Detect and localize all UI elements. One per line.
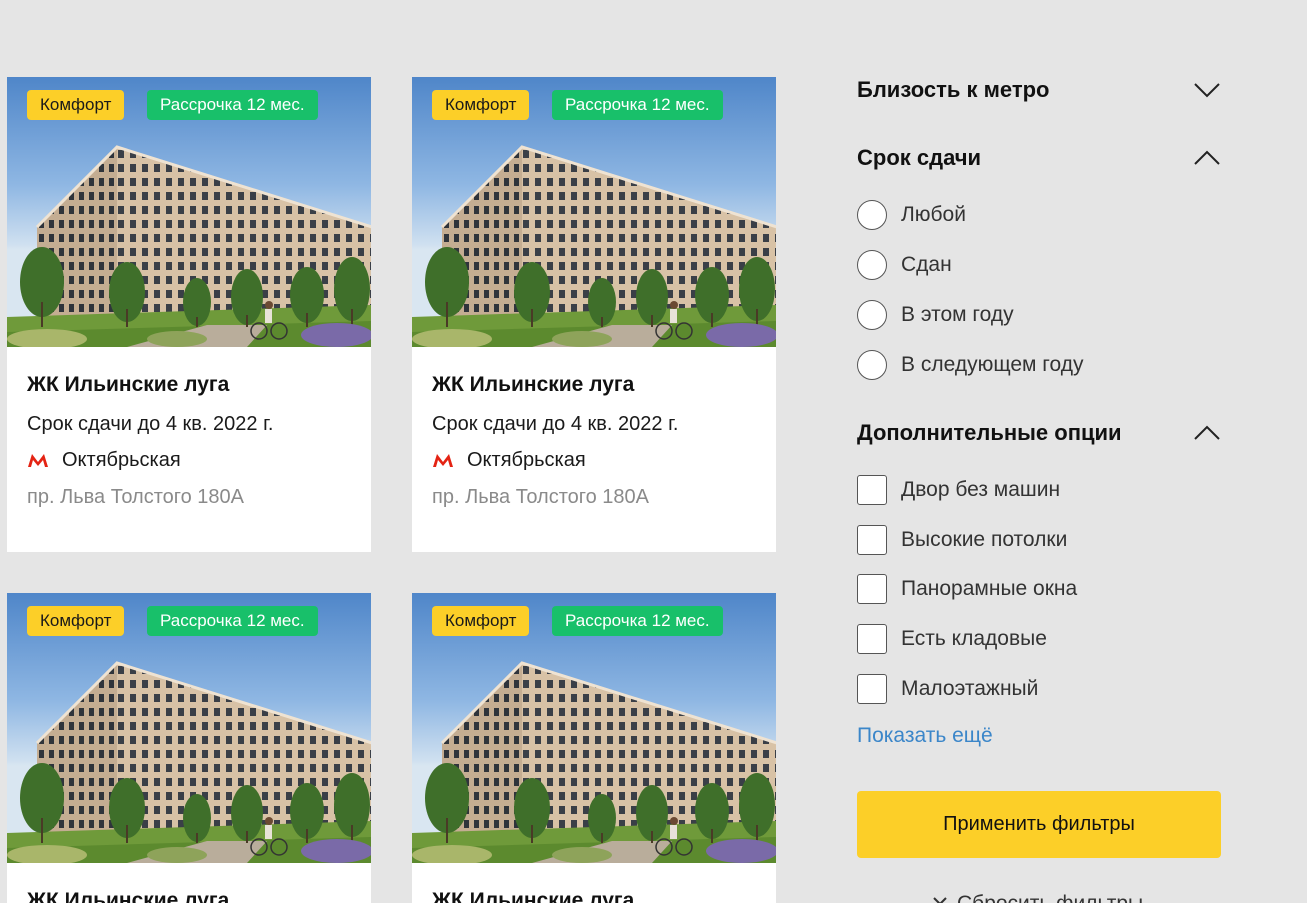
project-image: Комфорт Рассрочка 12 мес. xyxy=(7,77,371,347)
filter-extra-title: Дополнительные опции xyxy=(857,420,1122,445)
checkbox-label: Высокие потолки xyxy=(901,528,1068,551)
apply-filters-button[interactable]: Применить фильтры xyxy=(857,791,1221,858)
project-card[interactable]: Комфорт Рассрочка 12 мес. ЖК Ильинские л… xyxy=(412,593,776,903)
badge-installment: Рассрочка 12 мес. xyxy=(552,606,723,636)
project-metro: Октябрьская xyxy=(432,447,756,473)
checkbox-label: Есть кладовые xyxy=(901,627,1047,650)
metro-station: Октябрьская xyxy=(62,449,181,471)
checkbox-option-low-rise[interactable]: Малоэтажный xyxy=(857,673,1038,705)
show-more-link[interactable]: Показать ещё xyxy=(857,724,993,748)
radio-button[interactable] xyxy=(857,300,887,330)
close-icon xyxy=(933,897,947,903)
badge-comfort: Комфорт xyxy=(432,90,530,120)
checkbox-option-panoramic[interactable]: Панорамные окна xyxy=(857,573,1077,605)
checkbox-label: Панорамные окна xyxy=(901,577,1078,600)
checkbox-label: Двор без машин xyxy=(901,478,1061,501)
project-metro: Октябрьская xyxy=(27,447,351,473)
radio-label: Любой xyxy=(901,203,966,226)
project-card[interactable]: Комфорт Рассрочка 12 мес. ЖК Ильинские л… xyxy=(412,77,776,552)
checkbox-option-storage[interactable]: Есть кладовые xyxy=(857,623,1047,655)
project-image: Комфорт Рассрочка 12 мес. xyxy=(412,77,776,347)
reset-label: Сбросить фильтры xyxy=(957,892,1143,903)
checkbox-option-no-cars[interactable]: Двор без машин xyxy=(857,474,1060,506)
filter-metro-title: Близость к метро xyxy=(857,77,1050,102)
project-title[interactable]: ЖК Ильинские луга xyxy=(432,371,756,399)
project-title[interactable]: ЖК Ильинские луга xyxy=(27,371,351,399)
badge-comfort: Комфорт xyxy=(27,606,125,636)
badge-installment: Рассрочка 12 мес. xyxy=(147,90,318,120)
filter-extra-header[interactable]: Дополнительные опции xyxy=(857,417,1221,449)
radio-label: В этом году xyxy=(901,303,1014,326)
radio-label: В следующем году xyxy=(901,353,1084,376)
radio-option-any[interactable]: Любой xyxy=(857,199,966,231)
radio-option-this-year[interactable]: В этом году xyxy=(857,299,1014,331)
project-address: пр. Льва Толстого 180А xyxy=(27,486,245,508)
checkbox-option-high-ceilings[interactable]: Высокие потолки xyxy=(857,524,1067,556)
project-address: пр. Льва Толстого 180А xyxy=(432,486,650,508)
radio-button[interactable] xyxy=(857,200,887,230)
project-deadline: Срок сдачи до 4 кв. 2022 г. xyxy=(432,413,679,435)
metro-m-icon xyxy=(433,454,453,467)
radio-label: Сдан xyxy=(901,253,952,276)
radio-option-done[interactable]: Сдан xyxy=(857,249,952,281)
radio-button[interactable] xyxy=(857,250,887,280)
reset-filters-button[interactable]: Сбросить фильтры xyxy=(931,892,1143,903)
checkbox[interactable] xyxy=(857,674,887,704)
badge-comfort: Комфорт xyxy=(432,606,530,636)
project-card[interactable]: Комфорт Рассрочка 12 мес. ЖК Ильинские л… xyxy=(7,593,371,903)
checkbox-label: Малоэтажный xyxy=(901,677,1039,700)
badge-installment: Рассрочка 12 мес. xyxy=(147,606,318,636)
filter-metro-header[interactable]: Близость к метро xyxy=(857,74,1221,106)
metro-station: Октябрьская xyxy=(467,449,586,471)
project-card[interactable]: Комфорт Рассрочка 12 мес. ЖК Ильинские л… xyxy=(7,77,371,552)
chevron-up-icon xyxy=(1194,150,1220,165)
chevron-down-icon xyxy=(1194,83,1220,98)
radio-button[interactable] xyxy=(857,350,887,380)
checkbox[interactable] xyxy=(857,574,887,604)
filter-deadline-header[interactable]: Срок сдачи xyxy=(857,142,1221,174)
project-image: Комфорт Рассрочка 12 мес. xyxy=(7,593,371,863)
badge-installment: Рассрочка 12 мес. xyxy=(552,90,723,120)
radio-option-next-year[interactable]: В следующем году xyxy=(857,349,1083,381)
badge-comfort: Комфорт xyxy=(27,90,125,120)
chevron-up-icon xyxy=(1194,425,1220,440)
checkbox[interactable] xyxy=(857,475,887,505)
metro-m-icon xyxy=(28,454,48,467)
checkbox[interactable] xyxy=(857,525,887,555)
project-image: Комфорт Рассрочка 12 мес. xyxy=(412,593,776,863)
project-title[interactable]: ЖК Ильинские луга xyxy=(432,887,756,903)
project-deadline: Срок сдачи до 4 кв. 2022 г. xyxy=(27,413,274,435)
filter-deadline-title: Срок сдачи xyxy=(857,145,982,170)
project-title[interactable]: ЖК Ильинские луга xyxy=(27,887,351,903)
checkbox[interactable] xyxy=(857,624,887,654)
